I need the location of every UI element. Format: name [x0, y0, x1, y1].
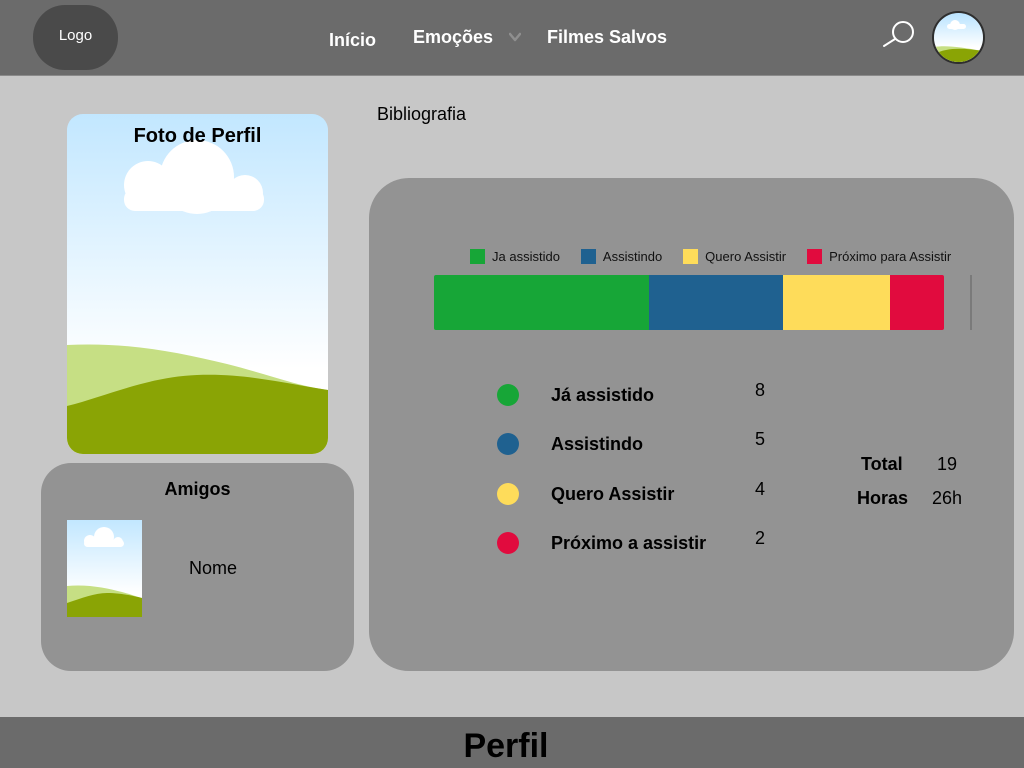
stacked-bar-chart	[434, 275, 944, 330]
legend-item: Assistindo	[580, 248, 663, 264]
top-navigation-bar: Logo Início Emoções Filmes Salvos	[0, 0, 1024, 76]
total-label: Total	[861, 454, 903, 474]
stat-label: Próximo a assistir	[551, 533, 707, 553]
legend-label: Assistindo	[602, 248, 663, 264]
status-dot	[497, 384, 519, 406]
friends-card: Amigos Nome	[41, 463, 354, 671]
stat-value: 5	[755, 429, 766, 449]
total-value: 19	[937, 454, 958, 474]
nav-filmes-salvos[interactable]: Filmes Salvos	[547, 27, 667, 48]
friend-name[interactable]: Nome	[189, 558, 237, 579]
legend-label: Ja assistido	[492, 248, 560, 264]
status-dot	[497, 433, 519, 455]
user-avatar[interactable]	[932, 11, 985, 64]
friends-title: Amigos	[164, 479, 231, 499]
legend-swatch	[580, 248, 596, 264]
legend-label: Próximo para Assistir	[829, 248, 952, 264]
profile-photo-label: Foto de Perfil	[133, 125, 262, 147]
stat-label: Assistindo	[551, 434, 644, 454]
bar-end-marker	[970, 275, 972, 330]
stat-row: Próximo a assistir 2	[497, 528, 797, 555]
chevron-down-icon[interactable]	[509, 31, 521, 43]
legend-label: Quero Assistir	[705, 248, 787, 264]
chart-legend: Ja assistido Assistindo Quero Assistir Próx…	[470, 247, 951, 265]
legend-item: Quero Assistir	[683, 248, 787, 264]
stat-label: Quero Assistir	[551, 484, 675, 504]
stat-label: Já assistido	[551, 385, 655, 405]
bar-segment	[434, 275, 649, 330]
bar-segment	[648, 275, 783, 330]
stat-row: Já assistido 8	[497, 380, 797, 407]
hours-value: 26h	[932, 488, 963, 508]
logo[interactable]: Logo	[33, 5, 118, 70]
bibliography-heading: Bibliografia	[377, 104, 467, 124]
hours-label: Horas	[857, 488, 909, 508]
stat-row: Quero Assistir 4	[497, 479, 797, 506]
stat-row: Assistindo 5	[497, 429, 797, 456]
footer-bar: Perfil	[0, 717, 1024, 768]
bar-segment	[890, 275, 944, 330]
stats-card: Ja assistido Assistindo Quero Assistir Próx…	[369, 178, 1014, 671]
status-dot	[497, 483, 519, 505]
legend-item: Ja assistido	[470, 248, 560, 264]
nav-inicio[interactable]: Início	[329, 30, 376, 51]
status-dot	[497, 532, 519, 554]
stat-value: 8	[755, 380, 766, 400]
friend-avatar[interactable]	[67, 520, 142, 617]
stat-value: 4	[755, 479, 766, 499]
legend-swatch	[470, 248, 485, 264]
stat-value: 2	[755, 528, 766, 548]
legend-swatch	[683, 248, 699, 264]
legend-item: Próximo para Assistir	[807, 248, 952, 264]
page-title: Perfil	[463, 727, 549, 765]
profile-photo[interactable]: Foto de Perfil	[67, 114, 328, 454]
bar-segment	[782, 275, 891, 330]
nav-emocoes[interactable]: Emoções	[413, 27, 493, 48]
search-icon[interactable]	[882, 19, 916, 49]
legend-swatch	[807, 248, 823, 264]
